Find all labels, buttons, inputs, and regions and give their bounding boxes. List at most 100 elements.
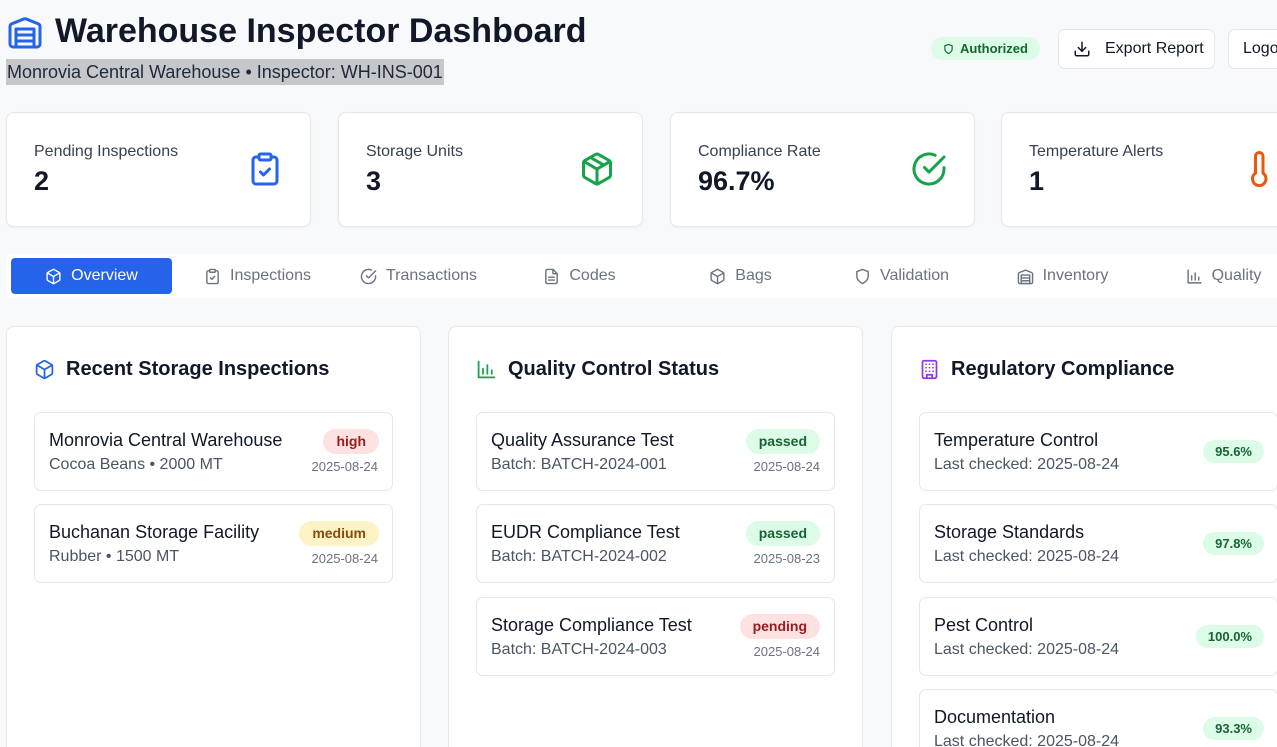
compliance-item[interactable]: Temperature Control Last checked: 2025-0… xyxy=(919,412,1277,491)
bar-chart-icon xyxy=(1187,268,1202,284)
shield-icon xyxy=(944,43,953,54)
priority-badge: high xyxy=(323,429,379,454)
panel-title-text: Recent Storage Inspections xyxy=(66,358,330,380)
file-text-icon xyxy=(545,268,559,284)
inspection-name: Monrovia Central Warehouse xyxy=(49,430,283,450)
quality-test-item[interactable]: Quality Assurance Test Batch: BATCH-2024… xyxy=(476,412,835,491)
export-report-button[interactable]: Export Report xyxy=(1058,29,1215,69)
check-circle-icon xyxy=(912,152,946,186)
logout-label: Logo xyxy=(1243,40,1277,57)
stat-label: Temperature Alerts xyxy=(1029,143,1164,160)
tab-validation[interactable]: Validation xyxy=(821,258,982,294)
test-date: 2025-08-24 xyxy=(753,644,821,659)
compliance-last-checked: Last checked: 2025-08-24 xyxy=(934,456,1120,473)
compliance-score: 97.8% xyxy=(1203,532,1264,555)
tab-overview[interactable]: Overview xyxy=(11,258,172,294)
tab-quality[interactable]: Quality xyxy=(1143,258,1277,294)
tab-transactions[interactable]: Transactions xyxy=(338,258,499,294)
status-badge: passed xyxy=(745,521,820,546)
recent-inspections-panel: Recent Storage Inspections Monrovia Cent… xyxy=(6,326,421,747)
clipboard-icon xyxy=(206,268,219,284)
inspection-item[interactable]: Buchanan Storage Facility Rubber • 1500 … xyxy=(34,504,393,583)
warehouse-icon xyxy=(1017,269,1033,284)
test-date: 2025-08-23 xyxy=(753,551,821,566)
tab-inventory[interactable]: Inventory xyxy=(982,258,1143,294)
shield-icon xyxy=(856,268,869,284)
status-badge: pending xyxy=(739,614,820,639)
inspection-detail: Rubber • 1500 MT xyxy=(49,548,180,565)
page-header: Warehouse Inspector Dashboard Monrovia C… xyxy=(0,0,1277,100)
package-icon xyxy=(35,359,54,380)
panel-title: Quality Control Status xyxy=(476,358,719,381)
stat-card-pending-inspections: Pending Inspections 2 xyxy=(6,112,311,227)
compliance-score: 100.0% xyxy=(1195,625,1264,648)
tab-inspections[interactable]: Inspections xyxy=(177,258,338,294)
test-batch: Batch: BATCH-2024-003 xyxy=(491,641,667,658)
bar-chart-icon xyxy=(477,360,496,379)
export-report-label: Export Report xyxy=(1105,40,1204,57)
tab-label: Inspections xyxy=(230,267,311,284)
inspection-date: 2025-08-24 xyxy=(311,459,379,474)
warehouse-icon xyxy=(8,17,42,49)
test-name: Quality Assurance Test xyxy=(491,430,674,450)
tab-codes[interactable]: Codes xyxy=(499,258,660,294)
compliance-item[interactable]: Documentation Last checked: 2025-08-24 9… xyxy=(919,689,1277,747)
inspection-date: 2025-08-24 xyxy=(311,551,379,566)
stat-value: 2 xyxy=(34,166,50,196)
package-icon xyxy=(46,268,61,284)
compliance-name: Storage Standards xyxy=(934,522,1085,542)
stat-card-storage-units: Storage Units 3 xyxy=(338,112,643,227)
thermometer-icon xyxy=(1251,151,1268,187)
test-date: 2025-08-24 xyxy=(753,459,821,474)
inspection-name: Buchanan Storage Facility xyxy=(49,522,260,542)
stat-label: Storage Units xyxy=(366,143,463,160)
test-batch: Batch: BATCH-2024-002 xyxy=(491,548,667,565)
test-name: EUDR Compliance Test xyxy=(491,522,680,542)
quality-test-item[interactable]: Storage Compliance Test Batch: BATCH-202… xyxy=(476,597,835,676)
compliance-name: Pest Control xyxy=(934,615,1034,635)
compliance-last-checked: Last checked: 2025-08-24 xyxy=(934,733,1120,747)
tab-label: Quality xyxy=(1211,267,1262,284)
panel-title-text: Regulatory Compliance xyxy=(951,358,1175,380)
quality-test-item[interactable]: EUDR Compliance Test Batch: BATCH-2024-0… xyxy=(476,504,835,583)
panel-title: Regulatory Compliance xyxy=(919,358,1174,381)
test-name: Storage Compliance Test xyxy=(491,615,692,635)
clipboard-check-icon xyxy=(251,152,279,186)
panel-title-text: Quality Control Status xyxy=(508,358,720,380)
building-icon xyxy=(921,359,938,380)
tab-label: Transactions xyxy=(386,267,477,284)
test-batch: Batch: BATCH-2024-001 xyxy=(491,456,667,473)
page-title: Warehouse Inspector Dashboard xyxy=(55,12,587,50)
compliance-score: 93.3% xyxy=(1203,717,1264,740)
compliance-last-checked: Last checked: 2025-08-24 xyxy=(934,548,1120,565)
stat-label: Compliance Rate xyxy=(698,143,821,160)
stat-card-temperature-alerts: Temperature Alerts 1 xyxy=(1001,112,1277,227)
check-circle-icon xyxy=(360,268,377,284)
stat-label: Pending Inspections xyxy=(34,143,179,160)
compliance-item[interactable]: Pest Control Last checked: 2025-08-24 10… xyxy=(919,597,1277,676)
inspection-item[interactable]: Monrovia Central Warehouse Cocoa Beans •… xyxy=(34,412,393,491)
authorized-badge-label: Authorized xyxy=(960,41,1028,56)
stat-card-compliance-rate: Compliance Rate 96.7% xyxy=(670,112,975,227)
authorized-badge: Authorized xyxy=(931,37,1040,60)
quality-control-panel: Quality Control Status Quality Assurance… xyxy=(448,326,863,747)
tab-label: Bags xyxy=(735,267,772,284)
package-icon xyxy=(582,152,612,186)
panel-title: Recent Storage Inspections xyxy=(34,358,329,381)
compliance-name: Documentation xyxy=(934,707,1056,727)
package-icon xyxy=(710,268,725,284)
tab-bags[interactable]: Bags xyxy=(660,258,821,294)
tab-label: Validation xyxy=(879,267,950,284)
tab-bar: Overview Inspections Transactions Codes … xyxy=(6,254,1277,298)
stat-value: 3 xyxy=(366,166,382,196)
stat-value: 96.7% xyxy=(698,166,775,196)
tab-label: Inventory xyxy=(1042,267,1109,284)
regulatory-compliance-panel: Regulatory Compliance Temperature Contro… xyxy=(891,326,1277,747)
compliance-name: Temperature Control xyxy=(934,430,1099,450)
compliance-last-checked: Last checked: 2025-08-24 xyxy=(934,641,1120,658)
stat-value: 1 xyxy=(1029,166,1045,196)
status-badge: passed xyxy=(745,429,820,454)
logout-button[interactable]: Logo xyxy=(1228,29,1277,69)
compliance-item[interactable]: Storage Standards Last checked: 2025-08-… xyxy=(919,504,1277,583)
tab-label: Codes xyxy=(569,267,616,284)
